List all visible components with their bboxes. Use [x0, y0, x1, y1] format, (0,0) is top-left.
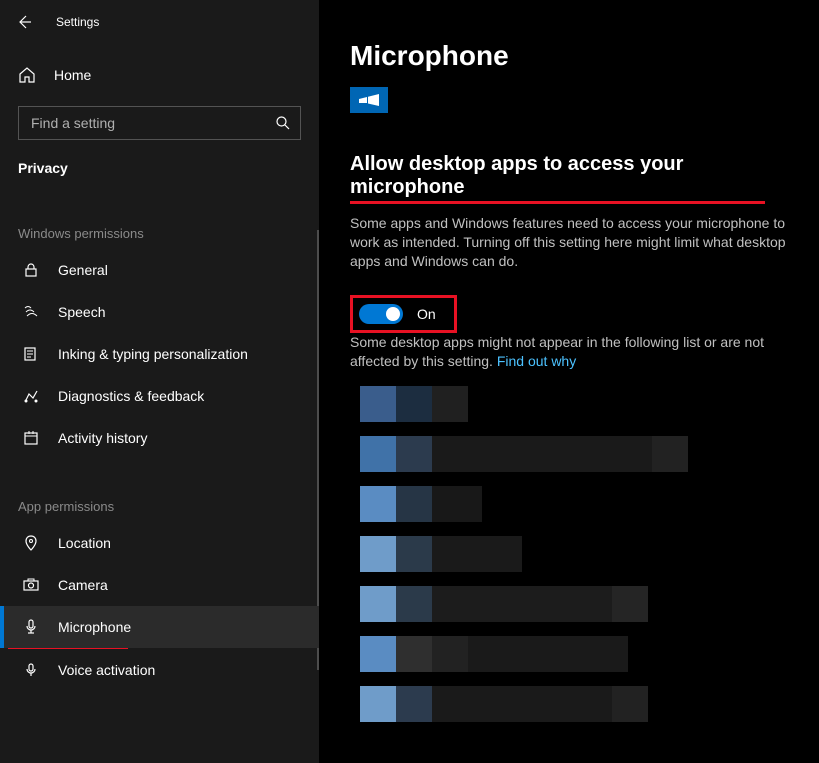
back-button[interactable] — [16, 14, 32, 30]
search-input[interactable] — [18, 106, 301, 140]
sidebar-item-label: Camera — [58, 577, 108, 593]
section-header-app-permissions: App permissions — [0, 499, 319, 522]
microphone-icon — [22, 618, 40, 636]
main-content: Microphone Allow desktop apps to access … — [320, 0, 819, 763]
sidebar-item-label: Voice activation — [58, 662, 155, 678]
sidebar-item-general[interactable]: General — [0, 249, 319, 291]
arrow-left-icon — [16, 14, 32, 30]
home-label: Home — [54, 67, 91, 83]
sidebar-item-inking[interactable]: Inking & typing personalization — [0, 333, 319, 375]
sidebar-item-label: Activity history — [58, 430, 147, 446]
sidebar-item-label: Microphone — [58, 619, 131, 635]
sidebar-item-label: Speech — [58, 304, 105, 320]
note-text: Some desktop apps might not appear in th… — [350, 333, 789, 371]
app-chip — [350, 87, 388, 113]
desktop-apps-toggle[interactable] — [359, 304, 403, 324]
sidebar-item-location[interactable]: Location — [0, 522, 319, 564]
sidebar-item-speech[interactable]: Speech — [0, 291, 319, 333]
windows-logo-icon — [359, 93, 379, 107]
search-icon — [275, 115, 291, 131]
camera-icon — [22, 576, 40, 594]
sidebar-item-activity-history[interactable]: Activity history — [0, 417, 319, 459]
home-icon — [18, 66, 36, 84]
annotation-highlight-box: On — [350, 295, 457, 333]
section-header-windows-permissions: Windows permissions — [0, 226, 319, 249]
diagnostics-icon — [22, 387, 40, 405]
find-out-why-link[interactable]: Find out why — [497, 353, 576, 369]
sidebar-item-diagnostics[interactable]: Diagnostics & feedback — [0, 375, 319, 417]
sidebar-item-label: Location — [58, 535, 111, 551]
inking-icon — [22, 345, 40, 363]
sidebar-item-camera[interactable]: Camera — [0, 564, 319, 606]
sidebar-home[interactable]: Home — [0, 56, 319, 94]
voice-icon — [22, 661, 40, 679]
sidebar-item-voice-activation[interactable]: Voice activation — [0, 649, 319, 691]
category-label: Privacy — [0, 140, 319, 186]
settings-sidebar: Settings Home Privacy Windows permission… — [0, 0, 320, 763]
section-title: Allow desktop apps to access your microp… — [350, 153, 789, 199]
annotation-underline — [350, 201, 765, 204]
page-title: Microphone — [350, 40, 789, 72]
speech-icon — [22, 303, 40, 321]
lock-icon — [22, 261, 40, 279]
sidebar-item-label: Diagnostics & feedback — [58, 388, 204, 404]
sidebar-item-label: Inking & typing personalization — [58, 346, 248, 362]
sidebar-item-microphone[interactable]: Microphone — [0, 606, 319, 648]
section-description: Some apps and Windows features need to a… — [350, 214, 789, 271]
toggle-state-label: On — [417, 306, 436, 322]
window-title: Settings — [56, 15, 99, 29]
redacted-app-list — [360, 386, 789, 722]
sidebar-item-label: General — [58, 262, 108, 278]
history-icon — [22, 429, 40, 447]
location-icon — [22, 534, 40, 552]
